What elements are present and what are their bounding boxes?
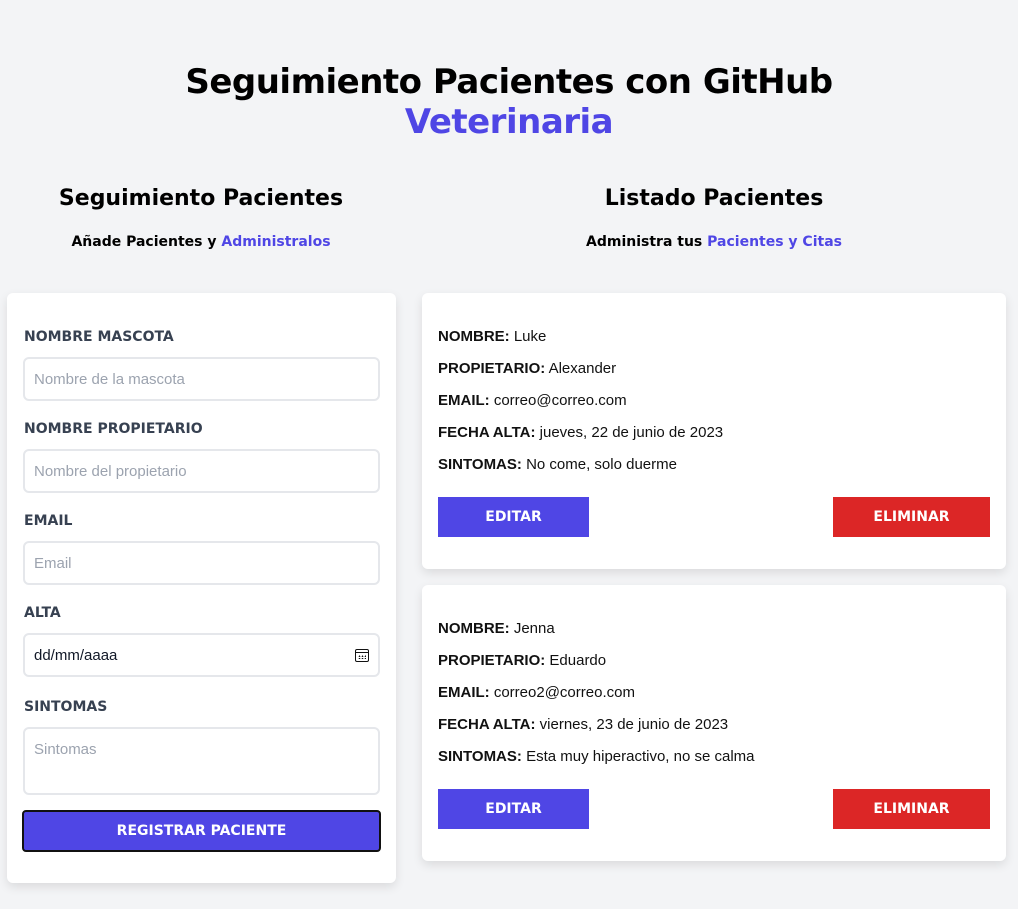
delete-button[interactable]: ELIMINAR (833, 789, 990, 829)
patient-symptoms-label: SINTOMAS: (438, 748, 522, 765)
list-section-subtitle: Administra tus Pacientes y Citas (422, 234, 1006, 250)
form-subtitle-accent: Administralos (221, 234, 331, 250)
list-section-heading: Listado Pacientes (604, 186, 824, 211)
patient-email: EMAIL: correo@correo.com (438, 391, 627, 411)
date-label: ALTA (24, 605, 61, 621)
patient-owner: PROPIETARIO: Alexander (438, 359, 616, 379)
patient-symptoms-value: No come, solo duerme (526, 456, 677, 473)
owner-name-input[interactable] (23, 449, 380, 493)
patient-date: FECHA ALTA: viernes, 23 de junio de 2023 (438, 715, 728, 735)
patient-owner-label: PROPIETARIO: (438, 652, 546, 669)
patient-date-value: viernes, 23 de junio de 2023 (539, 716, 729, 733)
patient-form: NOMBRE MASCOTA NOMBRE PROPIETARIO EMAIL … (7, 293, 396, 883)
patient-email-value: correo@correo.com (493, 392, 627, 409)
patient-owner-value: Eduardo (549, 652, 607, 669)
list-section-header: Listado Pacientes Administra tus Pacient… (422, 184, 1006, 250)
date-input-value: dd/mm/aaaa (34, 646, 118, 664)
symptoms-input[interactable] (23, 727, 380, 795)
patient-date-value: jueves, 22 de junio de 2023 (539, 424, 724, 441)
form-section-subtitle: Añade Pacientes y Administralos (6, 234, 396, 250)
patient-symptoms: SINTOMAS: No come, solo duerme (438, 455, 677, 475)
page-title-main: Seguimiento Pacientes con GitHub (185, 62, 833, 102)
patient-owner-label: PROPIETARIO: (438, 360, 546, 377)
patient-name: NOMBRE: Jenna (438, 619, 555, 639)
symptoms-label: SINTOMAS (24, 699, 108, 715)
form-section-header: Seguimiento Pacientes Añade Pacientes y … (6, 184, 396, 250)
patient-date-label: FECHA ALTA: (438, 424, 536, 441)
form-section-heading: Seguimiento Pacientes (58, 186, 344, 211)
email-input[interactable] (23, 541, 380, 585)
patient-symptoms-label: SINTOMAS: (438, 456, 522, 473)
patient-symptoms: SINTOMAS: Esta muy hiperactivo, no se ca… (438, 747, 755, 767)
register-patient-button[interactable]: REGISTRAR PACIENTE (22, 810, 381, 852)
patient-name: NOMBRE: Luke (438, 327, 546, 347)
delete-button[interactable]: ELIMINAR (833, 497, 990, 537)
patient-card: NOMBRE: Jenna PROPIETARIO: Eduardo EMAIL… (422, 585, 1006, 861)
page-title: Seguimiento Pacientes con GitHub Veterin… (0, 62, 1018, 142)
patient-email-label: EMAIL: (438, 684, 490, 701)
edit-button[interactable]: EDITAR (438, 497, 589, 537)
patient-date: FECHA ALTA: jueves, 22 de junio de 2023 (438, 423, 723, 443)
pet-name-label: NOMBRE MASCOTA (24, 329, 174, 345)
patient-date-label: FECHA ALTA: (438, 716, 536, 733)
patient-name-value: Luke (513, 328, 547, 345)
patient-email-label: EMAIL: (438, 392, 490, 409)
patient-email-value: correo2@correo.com (493, 684, 635, 701)
owner-name-label: NOMBRE PROPIETARIO (24, 421, 203, 437)
patient-owner: PROPIETARIO: Eduardo (438, 651, 606, 671)
email-label: EMAIL (24, 513, 73, 529)
patient-name-label: NOMBRE: (438, 620, 510, 637)
patient-name-value: Jenna (513, 620, 555, 637)
patient-owner-value: Alexander (548, 360, 617, 377)
edit-button[interactable]: EDITAR (438, 789, 589, 829)
list-subtitle-accent: Pacientes y Citas (707, 234, 842, 250)
date-input[interactable]: dd/mm/aaaa (23, 633, 380, 677)
page-title-accent: Veterinaria (404, 102, 614, 142)
calendar-icon[interactable] (355, 648, 369, 662)
patient-email: EMAIL: correo2@correo.com (438, 683, 635, 703)
patient-card: NOMBRE: Luke PROPIETARIO: Alexander EMAI… (422, 293, 1006, 569)
patient-name-label: NOMBRE: (438, 328, 510, 345)
list-subtitle-prefix: Administra tus (586, 234, 703, 250)
pet-name-input[interactable] (23, 357, 380, 401)
patient-symptoms-value: Esta muy hiperactivo, no se calma (526, 748, 755, 765)
form-subtitle-prefix: Añade Pacientes y (71, 234, 217, 250)
